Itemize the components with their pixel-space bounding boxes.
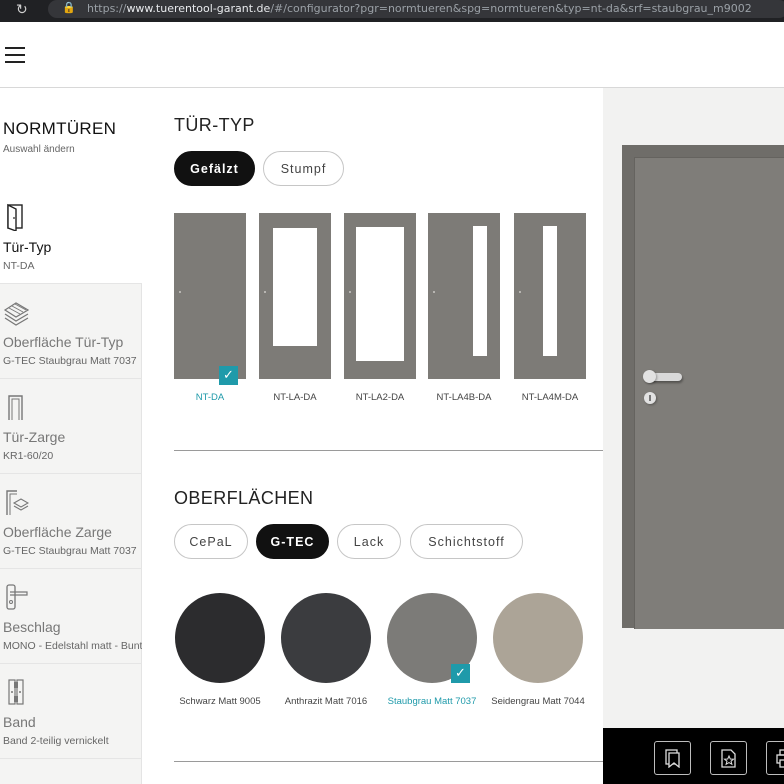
sidebar-item-fittings[interactable]: Beschlag MONO - Edelstahl matt - Bunt <box>0 569 142 664</box>
swatch-label: Schwarz Matt 9005 <box>179 696 261 707</box>
lock-icon: 🔒 <box>62 1 76 14</box>
selected-check-icon: ✓ <box>219 366 238 385</box>
menu-icon[interactable] <box>5 47 25 63</box>
hinge-icon <box>8 679 24 705</box>
door-option-label: NT-DA <box>195 392 225 403</box>
url-text[interactable]: https://www.tuerentool-garant.de/#/confi… <box>87 2 752 15</box>
sidebar-item-value: G-TEC Staubgrau Matt 7037 <box>3 545 137 557</box>
favorite-page-icon <box>721 749 736 768</box>
selected-check-icon: ✓ <box>451 664 470 683</box>
door-handle-icon <box>6 584 28 610</box>
sidebar-item-label: Oberfläche Zarge <box>3 524 112 540</box>
door-option-nt-da[interactable] <box>174 213 246 379</box>
sidebar-item-label: Tür-Zarge <box>3 429 66 445</box>
sidebar-item-label: Beschlag <box>3 619 61 635</box>
bookmark-button[interactable] <box>654 741 691 775</box>
tab-stumpf[interactable]: Stumpf <box>263 151 344 186</box>
door-preview <box>603 88 784 784</box>
section-divider <box>174 450 603 451</box>
sidebar-item-hinge[interactable]: Band Band 2-teilig vernickelt <box>0 664 142 759</box>
sidebar-item-value: Band 2-teilig vernickelt <box>3 735 109 747</box>
sidebar-item-value: KR1-60/20 <box>3 450 54 462</box>
sidebar-item-door-frame[interactable]: Tür-Zarge KR1-60/20 <box>0 379 142 474</box>
surfaces-title: OBERFLÄCHEN <box>174 488 314 508</box>
surface-layers-icon <box>3 302 29 326</box>
sidebar-item-label: Oberfläche Tür-Typ <box>3 334 124 350</box>
sidebar-item-frame-surface[interactable]: Oberfläche Zarge G-TEC Staubgrau Matt 70… <box>0 474 142 569</box>
sidebar-item-value: NT-DA <box>3 260 35 272</box>
product-group-title: NORMTÜREN <box>3 119 117 138</box>
favorite-button[interactable] <box>710 741 747 775</box>
reload-icon[interactable]: ↻ <box>16 2 28 18</box>
configurator-sidebar: NORMTÜREN Auswahl ändern Tür-Typ NT-DA O… <box>0 88 142 784</box>
swatch-schwarz-matt-9005[interactable] <box>175 593 265 683</box>
door-type-title: TÜR-TYP <box>174 115 255 135</box>
swatch-seidengrau-matt-7044[interactable] <box>493 593 583 683</box>
door-option-label: NT-LA2-DA <box>355 392 405 403</box>
sidebar-item-label: Tür-Typ <box>3 239 52 255</box>
preview-toolbar <box>603 728 784 784</box>
site-header <box>0 22 784 88</box>
sidebar-item-door-type[interactable]: Tür-Typ NT-DA <box>0 189 142 284</box>
door-option-label: NT-LA4B-DA <box>436 392 492 403</box>
door-leaf-preview <box>634 157 784 629</box>
configurator-main: TÜR-TYP Gefälzt Stumpf ✓ NT-DA NT-LA-DA … <box>142 88 603 784</box>
door-option-nt-la2-da[interactable] <box>344 213 416 379</box>
door-option-label: NT-LA4M-DA <box>521 392 579 403</box>
browser-url-bar: ↻ 🔒 https://www.tuerentool-garant.de/#/c… <box>0 0 784 22</box>
door-icon <box>7 203 23 231</box>
bookmark-icon <box>665 749 680 768</box>
sidebar-header[interactable]: NORMTÜREN Auswahl ändern <box>0 88 142 189</box>
tab-cepal[interactable]: CePaL <box>174 524 248 559</box>
print-icon <box>776 749 784 768</box>
swatch-anthrazit-matt-7016[interactable] <box>281 593 371 683</box>
swatch-label: Anthrazit Matt 7016 <box>284 696 368 707</box>
sidebar-item-door-surface[interactable]: Oberfläche Tür-Typ G-TEC Staubgrau Matt … <box>0 284 142 379</box>
print-button[interactable] <box>766 741 784 775</box>
frame-surface-icon <box>6 490 29 515</box>
sidebar-item-value: MONO - Edelstahl matt - Bunt <box>3 640 142 652</box>
keyhole-icon <box>644 392 656 404</box>
sidebar-item-label: Band <box>3 714 36 730</box>
tab-lack[interactable]: Lack <box>337 524 401 559</box>
door-option-nt-la-da[interactable] <box>259 213 331 379</box>
door-option-nt-la4b-da[interactable] <box>428 213 500 379</box>
tab-schichtstoff[interactable]: Schichtstoff <box>410 524 523 559</box>
swatch-label: Staubgrau Matt 7037 <box>387 696 477 707</box>
handle-rose <box>643 370 656 383</box>
door-frame-icon <box>8 395 23 420</box>
door-option-nt-la4m-da[interactable] <box>514 213 586 379</box>
swatch-label: Seidengrau Matt 7044 <box>491 696 585 707</box>
tab-gefaelzt[interactable]: Gefälzt <box>174 151 255 186</box>
sidebar-item-value: G-TEC Staubgrau Matt 7037 <box>3 355 137 367</box>
section-divider <box>174 761 603 762</box>
change-selection-link[interactable]: Auswahl ändern <box>3 144 75 155</box>
tab-g-tec[interactable]: G-TEC <box>256 524 329 559</box>
door-option-label: NT-LA-DA <box>273 392 317 403</box>
